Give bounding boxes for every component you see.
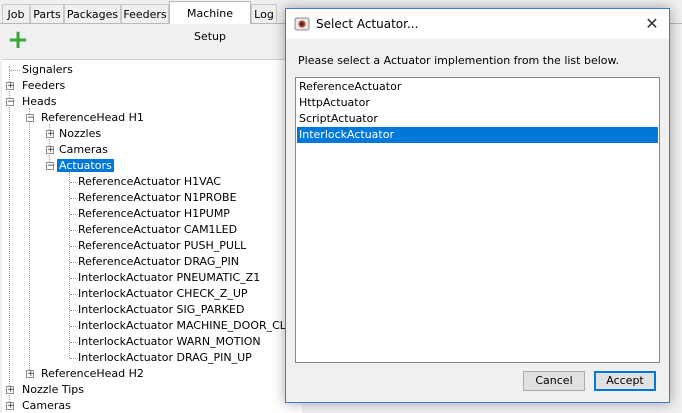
tree-node-actuator-item[interactable]: InterlockActuator WARN_MOTION	[76, 334, 263, 350]
tree-node-actuator-item[interactable]: ReferenceActuator CAM1LED	[76, 222, 239, 238]
expand-icon[interactable]: +	[46, 146, 55, 155]
tree-node-label: ReferenceActuator PUSH_PULL	[78, 239, 247, 252]
expand-icon[interactable]: +	[26, 370, 35, 379]
tree-node-actuator-item[interactable]: InterlockActuator PNEUMATIC_Z1	[76, 270, 262, 286]
close-icon[interactable]: ✕	[635, 9, 669, 39]
tree-node-nozzles[interactable]: Nozzles	[57, 126, 103, 142]
actuator-type-list[interactable]: ReferenceActuator HttpActuator ScriptAct…	[295, 77, 660, 363]
plus-icon[interactable]: +	[5, 27, 31, 53]
tree-node-actuator-item[interactable]: InterlockActuator SIG_PARKED	[76, 302, 246, 318]
tab-log[interactable]: Log	[251, 4, 277, 23]
tree-node-label: InterlockActuator MACHINE_DOOR_CLOSE	[78, 319, 302, 332]
tree-node-label: InterlockActuator CHECK_Z_UP	[78, 287, 248, 300]
tree-node-label: ReferenceActuator CAM1LED	[78, 223, 238, 236]
dialog-prompt: Please select a Actuator implemention fr…	[298, 54, 619, 67]
expand-icon[interactable]: +	[6, 386, 15, 395]
tree-node-label: ReferenceActuator H1PUMP	[78, 207, 230, 220]
dialog-title: Select Actuator...	[316, 17, 419, 31]
tree-node-head1[interactable]: ReferenceHead H1	[39, 110, 146, 126]
machine-setup-tree[interactable]: Signalers + Feeders − Heads − ReferenceH…	[2, 59, 302, 413]
tree-node-label: InterlockActuator PNEUMATIC_Z1	[78, 271, 261, 284]
tree-node-actuator-item[interactable]: InterlockActuator MACHINE_DOOR_CLOSE	[76, 318, 302, 334]
tree-node-signalers[interactable]: Signalers	[20, 62, 75, 78]
tree-node-actuator-item[interactable]: ReferenceActuator DRAG_PIN	[76, 254, 241, 270]
tree-node-cameras-sub[interactable]: Cameras	[57, 142, 110, 158]
tree-node-actuator-item[interactable]: ReferenceActuator H1PUMP	[76, 206, 232, 222]
tree-node-cameras[interactable]: Cameras	[20, 398, 73, 413]
tree-node-label: InterlockActuator SIG_PARKED	[78, 303, 245, 316]
tree-node-label: InterlockActuator WARN_MOTION	[78, 335, 261, 348]
tree-guide-root	[9, 66, 10, 406]
tree-node-label: InterlockActuator DRAG_PIN_UP	[78, 351, 252, 364]
tree-node-label: ReferenceActuator H1VAC	[78, 175, 221, 188]
collapse-icon[interactable]: −	[26, 114, 35, 123]
cancel-button[interactable]: Cancel	[523, 371, 585, 391]
tab-packages[interactable]: Packages	[64, 4, 121, 23]
tab-parts[interactable]: Parts	[30, 4, 64, 23]
tab-machine-setup[interactable]: Machine Setup	[169, 1, 251, 43]
list-item[interactable]: ReferenceActuator	[297, 79, 658, 95]
list-item[interactable]: ScriptActuator	[297, 111, 658, 127]
tree-node-actuator-item[interactable]: InterlockActuator DRAG_PIN_UP	[76, 350, 254, 366]
tab-job[interactable]: Job	[2, 4, 30, 23]
tree-node-actuator-item[interactable]: ReferenceActuator N1PROBE	[76, 190, 239, 206]
tree-node-actuator-item[interactable]: ReferenceActuator PUSH_PULL	[76, 238, 248, 254]
tree-node-actuator-item[interactable]: InterlockActuator CHECK_Z_UP	[76, 286, 250, 302]
tree-guide-heads	[29, 108, 30, 374]
collapse-icon[interactable]: −	[6, 98, 15, 107]
tree-node-label: ReferenceActuator N1PROBE	[78, 191, 237, 204]
tree-guide-h	[10, 70, 20, 71]
collapse-icon[interactable]: −	[46, 162, 55, 171]
tree-node-label: ReferenceActuator DRAG_PIN	[78, 255, 239, 268]
list-item-selected[interactable]: InterlockActuator	[297, 127, 658, 143]
select-actuator-dialog: Select Actuator... ✕ Please select a Act…	[285, 8, 670, 403]
tree-node-heads[interactable]: Heads	[20, 94, 59, 110]
tree-node-head2[interactable]: ReferenceHead H2	[39, 366, 146, 382]
list-item[interactable]: HttpActuator	[297, 95, 658, 111]
accept-button[interactable]: Accept	[594, 371, 656, 391]
expand-icon[interactable]: +	[6, 82, 15, 91]
expand-icon[interactable]: +	[6, 402, 15, 411]
tree-node-nozzle-tips[interactable]: Nozzle Tips	[20, 382, 86, 398]
expand-icon[interactable]: +	[46, 130, 55, 139]
tree-node-feeders[interactable]: Feeders	[20, 78, 67, 94]
tree-node-actuators[interactable]: Actuators	[57, 158, 114, 174]
tree-guide-actuators	[69, 172, 70, 358]
tree-node-actuator-item[interactable]: ReferenceActuator H1VAC	[76, 174, 223, 190]
tab-feeders[interactable]: Feeders	[121, 4, 169, 23]
dialog-title-bar[interactable]: Select Actuator... ✕	[286, 9, 669, 39]
app-icon	[294, 17, 310, 31]
